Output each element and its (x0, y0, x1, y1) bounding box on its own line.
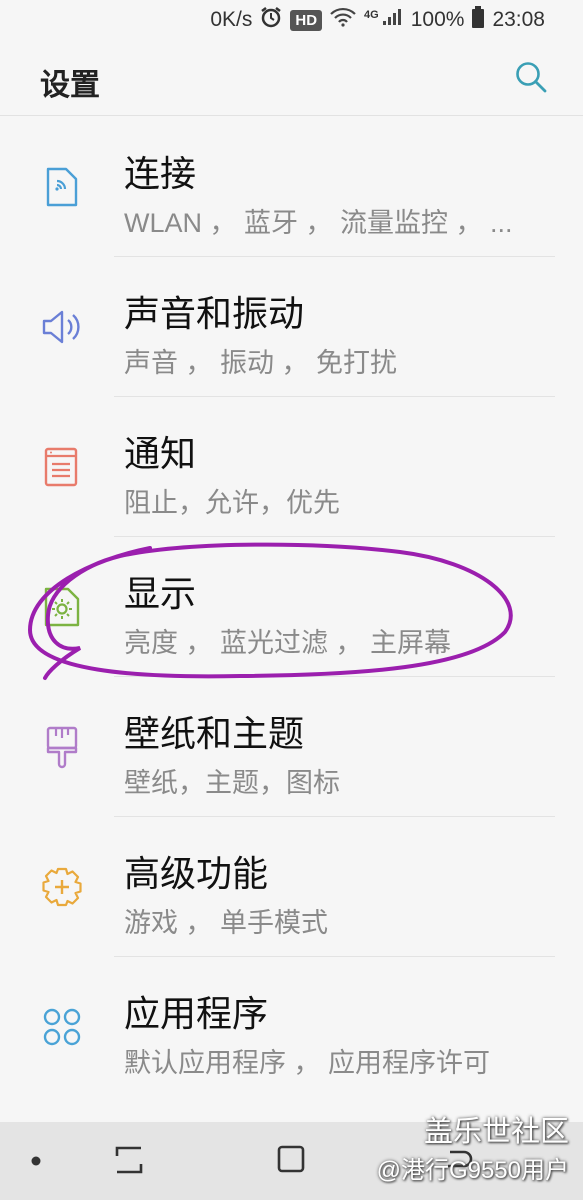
display-icon (40, 585, 84, 629)
home-icon[interactable] (276, 1142, 306, 1181)
settings-item-notifications[interactable]: 通知 阻止，允许，优先 (0, 397, 583, 537)
settings-item-label: 显示 (124, 573, 197, 614)
alarm-icon (260, 6, 282, 34)
settings-item-label: 壁纸和主题 (124, 713, 305, 754)
settings-item-label: 通知 (124, 433, 197, 474)
apps-icon (40, 1005, 84, 1049)
settings-item-display[interactable]: 显示 亮度 ， 蓝光过滤 ， 主屏幕 (0, 537, 583, 677)
wifi-icon (330, 7, 356, 33)
theme-icon (40, 725, 84, 769)
settings-list: 连接 WLAN ， 蓝牙 ， 流量监控 ， ... 声音和振动 声音 ， 振动 … (0, 117, 583, 1097)
network-type: 4G (364, 9, 379, 21)
settings-item-connections[interactable]: 连接 WLAN ， 蓝牙 ， 流量监控 ， ... (0, 117, 583, 257)
connection-icon (40, 165, 84, 209)
settings-item-summary: 默认应用程序 ， 应用程序许可 (124, 1048, 491, 1078)
sound-icon (40, 305, 84, 349)
settings-item-summary: 游戏 ， 单手模式 (124, 908, 329, 938)
settings-item-themes[interactable]: 壁纸和主题 壁纸，主题，图标 (0, 677, 583, 817)
search-icon[interactable] (514, 60, 548, 94)
settings-item-label: 应用程序 (124, 993, 269, 1034)
advanced-icon (40, 865, 84, 909)
battery-icon (472, 6, 485, 34)
status-bar: 0K/s HD 4G 100% 23:08 (0, 0, 583, 40)
settings-item-summary: 阻止，允许，优先 (124, 488, 340, 518)
settings-item-summary: 壁纸，主题，图标 (124, 768, 340, 798)
settings-item-summary: WLAN ， 蓝牙 ， 流量监控 ， ... (124, 208, 513, 238)
recents-icon[interactable] (114, 1142, 144, 1181)
network-speed: 0K/s (210, 8, 253, 31)
notification-icon (40, 445, 84, 489)
dot-icon[interactable] (30, 1154, 42, 1172)
page-title: 设置 (40, 69, 100, 102)
app-header: 设置 (0, 40, 583, 116)
clock: 23:08 (492, 8, 545, 31)
battery-level: 100% (410, 8, 465, 31)
settings-item-summary: 亮度 ， 蓝光过滤 ， 主屏幕 (124, 628, 452, 658)
signal-icon (381, 7, 403, 33)
settings-item-apps[interactable]: 应用程序 默认应用程序 ， 应用程序许可 (0, 957, 583, 1097)
watermark-user: @港行G9550用户 (376, 1157, 569, 1184)
settings-item-label: 连接 (124, 153, 197, 194)
settings-item-advanced[interactable]: 高级功能 游戏 ， 单手模式 (0, 817, 583, 957)
settings-item-sound[interactable]: 声音和振动 声音 ， 振动 ， 免打扰 (0, 257, 583, 397)
settings-item-label: 声音和振动 (124, 293, 305, 334)
hd-badge: HD (290, 9, 323, 31)
settings-item-summary: 声音 ， 振动 ， 免打扰 (124, 348, 398, 378)
settings-item-label: 高级功能 (124, 853, 269, 894)
watermark-title: 盖乐世社区 (423, 1116, 569, 1148)
